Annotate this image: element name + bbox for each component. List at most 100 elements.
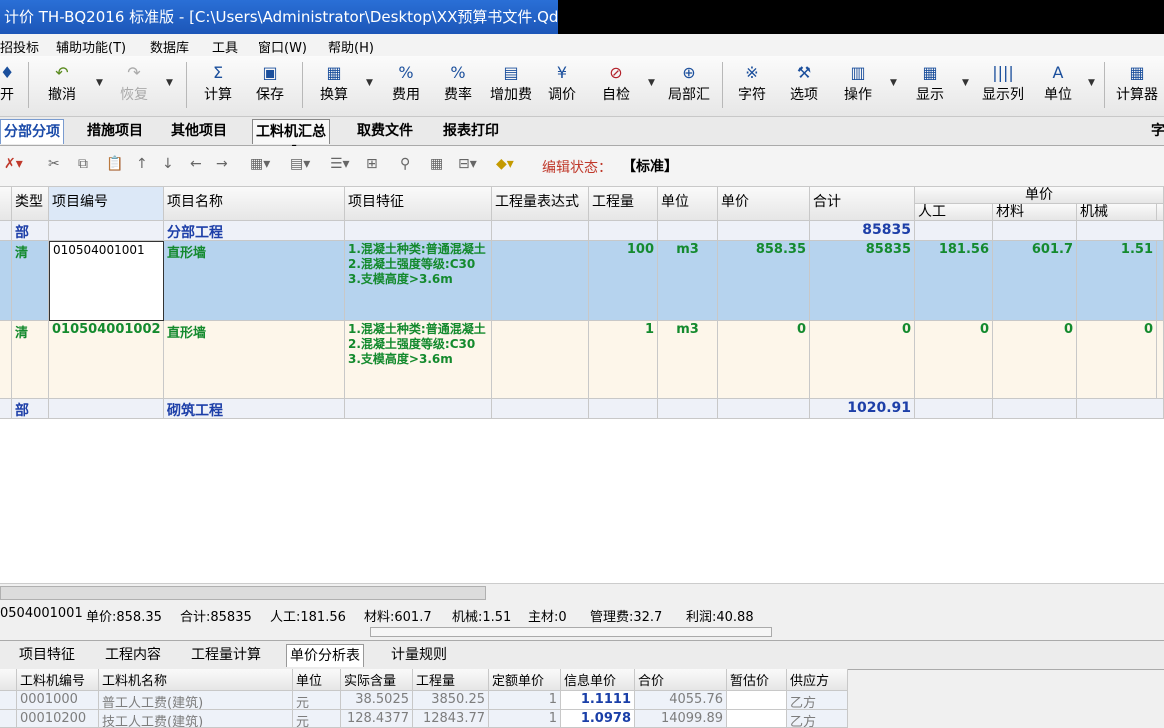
column-header-total[interactable]: 合计 — [810, 187, 915, 221]
column-header-feature[interactable]: 项目特征 — [345, 187, 492, 221]
horizontal-scrollbar[interactable] — [0, 583, 1164, 602]
delete-icon[interactable]: ✗▾ — [4, 156, 23, 176]
row-indicator[interactable] — [0, 399, 12, 419]
table-cell-expression[interactable] — [492, 321, 589, 399]
symbol-button[interactable]: ※ 字符 — [734, 62, 770, 112]
surcharge-button[interactable]: ▤ 增加费 — [486, 62, 536, 112]
column-header-amount[interactable]: 合价 — [635, 669, 727, 691]
table-cell-resource-name[interactable]: 技工人工费(建筑) — [99, 710, 293, 728]
table-cell-name[interactable]: 分部工程 — [164, 221, 345, 241]
table-cell-feature[interactable] — [345, 399, 492, 419]
table-cell-price[interactable]: 0 — [718, 321, 810, 399]
filter-icon[interactable]: ⊞ — [366, 156, 378, 176]
table-cell-quota-price[interactable]: 1 — [489, 691, 561, 710]
table-cell-code[interactable] — [49, 399, 164, 419]
column-header-quantity[interactable]: 工程量 — [589, 187, 658, 221]
table-cell-type[interactable]: 部 — [12, 399, 49, 419]
table-cell-material[interactable] — [993, 221, 1077, 241]
list-icon[interactable]: ▤▾ — [290, 156, 310, 176]
secondary-scrollbar[interactable] — [370, 627, 772, 637]
table-cell-unit[interactable] — [658, 399, 718, 419]
column-header-price[interactable]: 单价 — [718, 187, 810, 221]
table-cell-quantity[interactable]: 100 — [589, 241, 658, 321]
table-cell-resource-quantity[interactable]: 12843.77 — [413, 710, 489, 728]
tab-fee-files[interactable]: 取费文件 — [354, 119, 416, 143]
column-header-resource-code[interactable]: 工料机编号 — [17, 669, 99, 691]
table-cell-supplier[interactable]: 乙方 — [787, 691, 848, 710]
tab-sub-items[interactable]: 分部分项 — [0, 119, 64, 144]
tab-right-truncated[interactable]: 字 — [1148, 119, 1164, 143]
table-cell-price[interactable] — [718, 399, 810, 419]
adjust-price-button[interactable]: ¥ 调价 — [544, 62, 580, 112]
column-header-supplier[interactable]: 供应方 — [787, 669, 848, 691]
menu-database[interactable]: 数据库 — [150, 37, 189, 56]
tab-work-content[interactable]: 工程内容 — [102, 644, 164, 666]
convert-button[interactable]: ▦ 换算 — [316, 62, 352, 112]
partial-summary-button[interactable]: ⊕ 局部汇 — [664, 62, 714, 112]
table-cell-labor[interactable]: 0 — [915, 321, 993, 399]
table-cell-price[interactable] — [718, 221, 810, 241]
column-header-machine[interactable]: 机械 — [1077, 204, 1157, 221]
redo-button[interactable]: ↷ 恢复 — [116, 62, 152, 112]
table-cell-total[interactable]: 85835 — [810, 241, 915, 321]
table-cell-info-price[interactable]: 1.0978 — [561, 710, 635, 728]
tab-quantity-calc[interactable]: 工程量计算 — [188, 644, 264, 666]
table-cell-resource-code[interactable]: 0001000 — [17, 691, 99, 710]
code-edit-field[interactable]: 010504001001 — [49, 241, 164, 321]
table-cell-machine[interactable] — [1077, 399, 1164, 419]
column-header-resource-quantity[interactable]: 工程量 — [413, 669, 489, 691]
table-cell-expression[interactable] — [492, 221, 589, 241]
row-indicator[interactable] — [0, 321, 12, 399]
table-cell-quantity[interactable] — [589, 221, 658, 241]
table-cell-labor[interactable] — [915, 221, 993, 241]
column-header-labor[interactable]: 人工 — [915, 204, 993, 221]
move-down-icon[interactable]: ↓ — [162, 156, 174, 176]
move-left-icon[interactable]: ← — [190, 156, 202, 176]
table-cell-quantity[interactable] — [589, 399, 658, 419]
table-cell-supplier[interactable]: 乙方 — [787, 710, 848, 728]
grid-icon[interactable]: ▦▾ — [250, 156, 270, 176]
tab-measures[interactable]: 措施项目 — [84, 119, 146, 143]
copy-icon[interactable]: ⧉ — [78, 156, 88, 176]
unit-dropdown-icon[interactable]: ▼ — [1088, 78, 1095, 88]
table-cell-quota-price[interactable]: 1 — [489, 710, 561, 728]
table-cell-resource-quantity[interactable]: 3850.25 — [413, 691, 489, 710]
row-indicator[interactable] — [0, 710, 17, 728]
table-cell-estimate[interactable] — [727, 710, 787, 728]
table-cell-name[interactable]: 直形墙 — [164, 241, 345, 321]
column-header-estimate[interactable]: 暂估价 — [727, 669, 787, 691]
table-icon[interactable]: ▦ — [430, 156, 443, 176]
row-indicator[interactable] — [0, 221, 12, 241]
table-cell-code[interactable] — [49, 221, 164, 241]
table-cell-labor[interactable] — [915, 399, 993, 419]
menu-window[interactable]: 窗口(W) — [258, 37, 307, 56]
row-indicator[interactable] — [0, 241, 12, 321]
operate-button[interactable]: ▥ 操作 — [840, 62, 876, 112]
column-header-name[interactable]: 项目名称 — [164, 187, 345, 221]
column-header-material[interactable]: 材料 — [993, 204, 1077, 221]
table-cell-material[interactable]: 0 — [993, 321, 1077, 399]
table-cell-actual-content[interactable]: 128.4377 — [341, 710, 413, 728]
column-header-unit[interactable]: 单位 — [658, 187, 718, 221]
tab-item-features[interactable]: 项目特征 — [16, 644, 78, 666]
table-cell-feature[interactable]: 1.混凝土种类:普通混凝土 2.混凝土强度等级:C30 3.支模高度>3.6m — [345, 241, 492, 321]
table-cell-type[interactable]: 清 — [12, 321, 49, 399]
table-cell-unit[interactable]: m3 — [658, 321, 718, 399]
table-cell-material[interactable] — [993, 399, 1077, 419]
table-cell-total[interactable]: 1020.91 — [810, 399, 915, 419]
column-header-resource-name[interactable]: 工料机名称 — [99, 669, 293, 691]
open-button[interactable]: ♦ 开 — [0, 62, 14, 112]
column-header-resource-unit[interactable]: 单位 — [293, 669, 341, 691]
table-cell-unit[interactable]: m3 — [658, 241, 718, 321]
table-cell-amount[interactable]: 4055.76 — [635, 691, 727, 710]
move-up-icon[interactable]: ↑ — [136, 156, 148, 176]
save-button[interactable]: ▣ 保存 — [252, 62, 288, 112]
paste-icon[interactable]: 📋 — [106, 156, 123, 176]
undo-button[interactable]: ↶ 撤消 — [44, 62, 80, 112]
table-cell-resource-unit[interactable]: 元 — [293, 710, 341, 728]
move-right-icon[interactable]: → — [216, 156, 228, 176]
table-cell-resource-name[interactable]: 普工人工费(建筑) — [99, 691, 293, 710]
menu-help[interactable]: 帮助(H) — [328, 37, 374, 56]
tab-measurement-rules[interactable]: 计量规则 — [388, 644, 450, 666]
table-cell-quantity[interactable]: 1 — [589, 321, 658, 399]
